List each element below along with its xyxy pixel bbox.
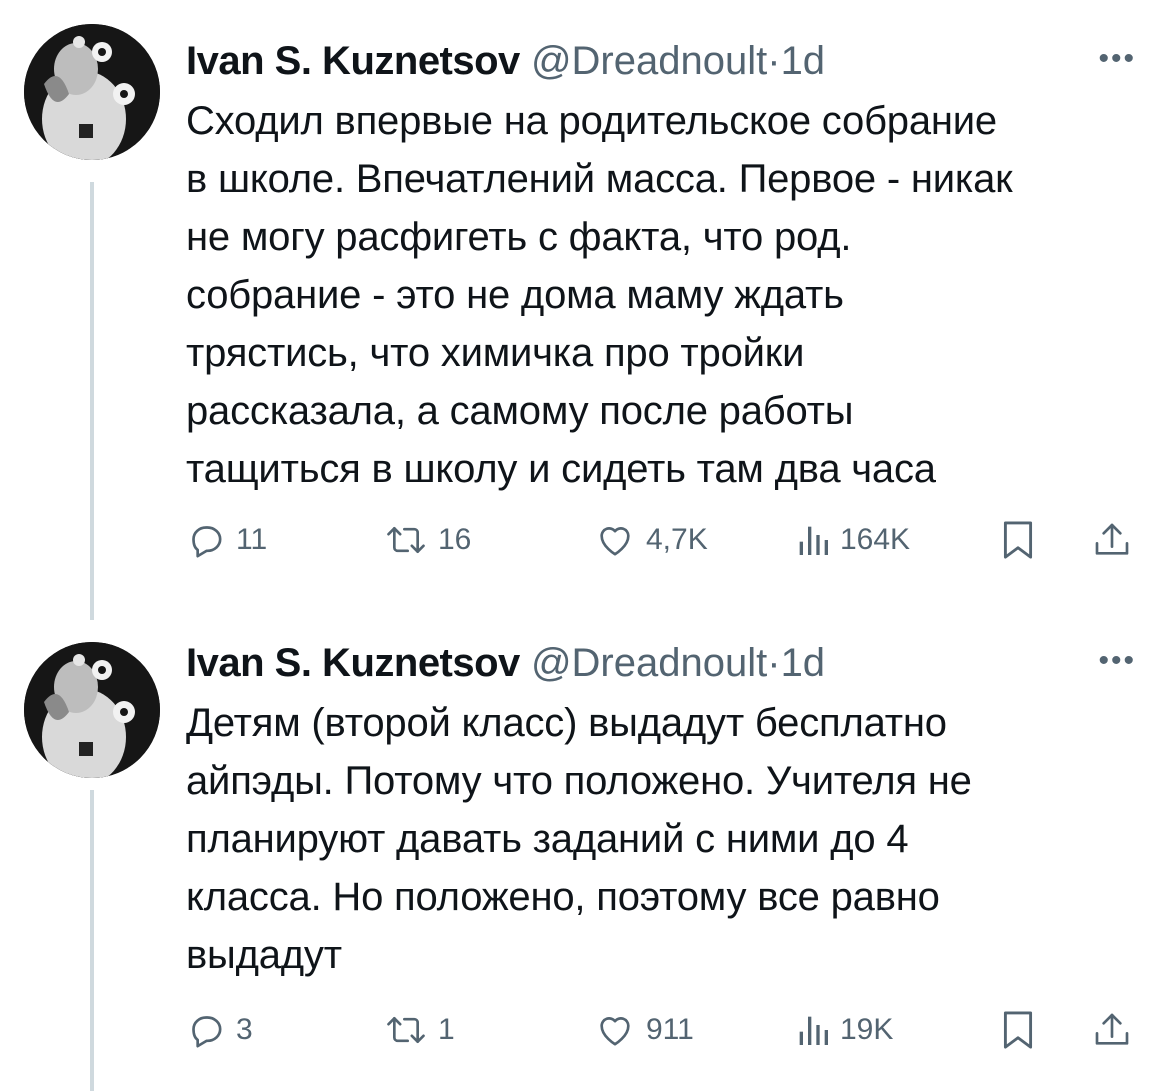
share-icon bbox=[1095, 523, 1129, 555]
tweet-text: Сходил впервые на родительское собрание … bbox=[186, 92, 1146, 498]
retweet-count: 16 bbox=[438, 523, 472, 556]
heart-icon bbox=[600, 1017, 630, 1046]
tweet-text-line: Сходил впервые на родительское собрание bbox=[186, 99, 997, 143]
tweet-1[interactable]: Ivan S. Kuznetsov @Dreadnoult·1d ••• Схо… bbox=[0, 0, 1170, 620]
views-bar-chart-icon bbox=[799, 526, 828, 555]
tweet-text-line: айпэды. Потому что положено. Учителя не bbox=[186, 759, 972, 803]
views-bar-chart-icon bbox=[799, 1016, 828, 1045]
bookmark-icon bbox=[1003, 521, 1033, 559]
like-count: 911 bbox=[646, 1013, 694, 1046]
tweet-text-line: планируют давать заданий с ними до 4 bbox=[186, 817, 909, 861]
more-options-icon[interactable]: ••• bbox=[1098, 646, 1136, 676]
tweet-text-line: в школе. Впечатлений масса. Первое - ник… bbox=[186, 157, 1013, 201]
retweet-button[interactable]: 1 bbox=[384, 1008, 455, 1052]
tweet-text-line: тащиться в школу и сидеть там два часа bbox=[186, 447, 936, 491]
thread-line bbox=[90, 182, 94, 620]
more-options-icon[interactable]: ••• bbox=[1098, 44, 1136, 74]
like-button[interactable]: 4,7K bbox=[594, 518, 708, 562]
like-count: 4,7K bbox=[646, 523, 708, 556]
tweet-text-line: собрание - это не дома маму ждать bbox=[186, 273, 844, 317]
author-handle[interactable]: @Dreadnoult bbox=[531, 39, 767, 83]
author-handle[interactable]: @Dreadnoult bbox=[531, 641, 767, 685]
like-button[interactable]: 911 bbox=[594, 1008, 694, 1052]
action-bar: 11 16 4,7K 164K bbox=[186, 518, 1138, 562]
tweet-text: Детям (второй класс) выдадут бесплатно а… bbox=[186, 694, 1146, 984]
timestamp[interactable]: 1d bbox=[781, 39, 826, 83]
separator-dot: · bbox=[767, 39, 781, 83]
share-icon bbox=[1095, 1013, 1129, 1045]
reply-button[interactable]: 11 bbox=[186, 518, 267, 562]
heart-icon bbox=[600, 527, 630, 556]
share-button[interactable] bbox=[1092, 518, 1132, 562]
views-button[interactable]: 19K bbox=[796, 1008, 893, 1052]
retweet-count: 1 bbox=[438, 1013, 455, 1046]
reply-icon bbox=[192, 526, 222, 558]
avatar[interactable] bbox=[24, 24, 160, 160]
author-name[interactable]: Ivan S. Kuznetsov bbox=[186, 641, 520, 685]
thread-line bbox=[90, 790, 94, 1091]
views-count: 19K bbox=[840, 1013, 894, 1046]
tweet-text-line: выдадут bbox=[186, 933, 342, 977]
bookmark-button[interactable] bbox=[1000, 1008, 1036, 1052]
views-button[interactable]: 164K bbox=[796, 518, 910, 562]
retweet-button[interactable]: 16 bbox=[384, 518, 471, 562]
tweet-2[interactable]: Ivan S. Kuznetsov @Dreadnoult·1d ••• Дет… bbox=[0, 620, 1170, 1091]
avatar[interactable] bbox=[24, 642, 160, 778]
tweet-header: Ivan S. Kuznetsov @Dreadnoult·1d bbox=[186, 638, 825, 688]
tweet-text-line: трястись, что химичка про тройки bbox=[186, 331, 805, 375]
reply-count: 11 bbox=[236, 523, 268, 556]
timestamp[interactable]: 1d bbox=[781, 641, 826, 685]
views-count: 164K bbox=[840, 523, 911, 556]
tweet-text-line: Детям (второй класс) выдадут бесплатно bbox=[186, 701, 947, 745]
author-name[interactable]: Ivan S. Kuznetsov bbox=[186, 39, 520, 83]
reply-icon bbox=[192, 1016, 222, 1048]
tweet-header: Ivan S. Kuznetsov @Dreadnoult·1d bbox=[186, 36, 825, 86]
tweet-text-line: не могу расфигеть с факта, что род. bbox=[186, 215, 852, 259]
reply-count: 3 bbox=[236, 1013, 253, 1046]
separator-dot: · bbox=[767, 641, 781, 685]
action-bar: 3 1 911 19K bbox=[186, 1008, 1138, 1052]
bookmark-icon bbox=[1003, 1011, 1033, 1049]
tweet-text-line: класса. Но положено, поэтому все равно bbox=[186, 875, 940, 919]
bookmark-button[interactable] bbox=[1000, 518, 1036, 562]
tweet-text-line: рассказала, а самому после работы bbox=[186, 389, 854, 433]
avatar-photo bbox=[24, 642, 160, 778]
reply-button[interactable]: 3 bbox=[186, 1008, 253, 1052]
retweet-icon bbox=[387, 1017, 425, 1043]
share-button[interactable] bbox=[1092, 1008, 1132, 1052]
avatar-photo bbox=[24, 24, 160, 160]
retweet-icon bbox=[387, 527, 425, 553]
